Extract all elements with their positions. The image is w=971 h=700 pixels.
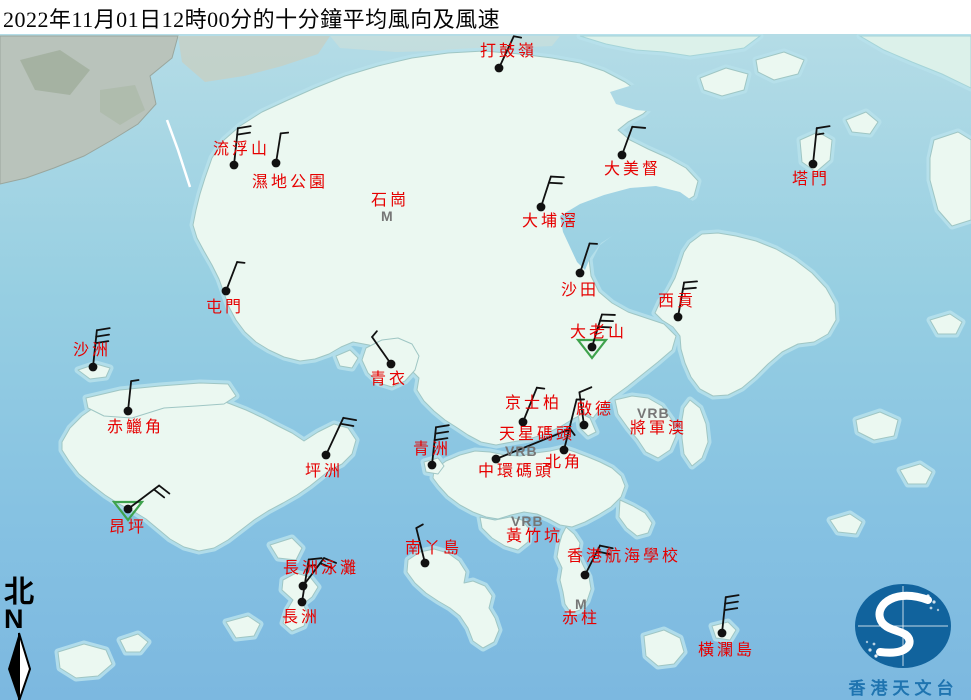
hko-logo-name-cn: 香港天文台 (836, 674, 971, 699)
compass-needle-icon (2, 631, 38, 700)
hko-logo: 香港天文台 HONG KONG OBSERVATORY (836, 580, 971, 700)
compass: 北 N (2, 578, 42, 700)
map-title: 2022年11月01日12時00分的十分鐘平均風向及風速 (3, 2, 500, 34)
hong-kong-map (0, 0, 971, 700)
hko-logo-icon (836, 580, 971, 668)
weather-map-page: 打鼓嶺流浮山濕地公園石崗M大美督塔門大埔滘沙田屯門西貢沙洲大老山青衣赤鱲角京士柏… (0, 0, 971, 700)
compass-north-letter: N (4, 608, 42, 631)
title-bar: 2022年11月01日12時00分的十分鐘平均風向及風速 (0, 0, 971, 34)
